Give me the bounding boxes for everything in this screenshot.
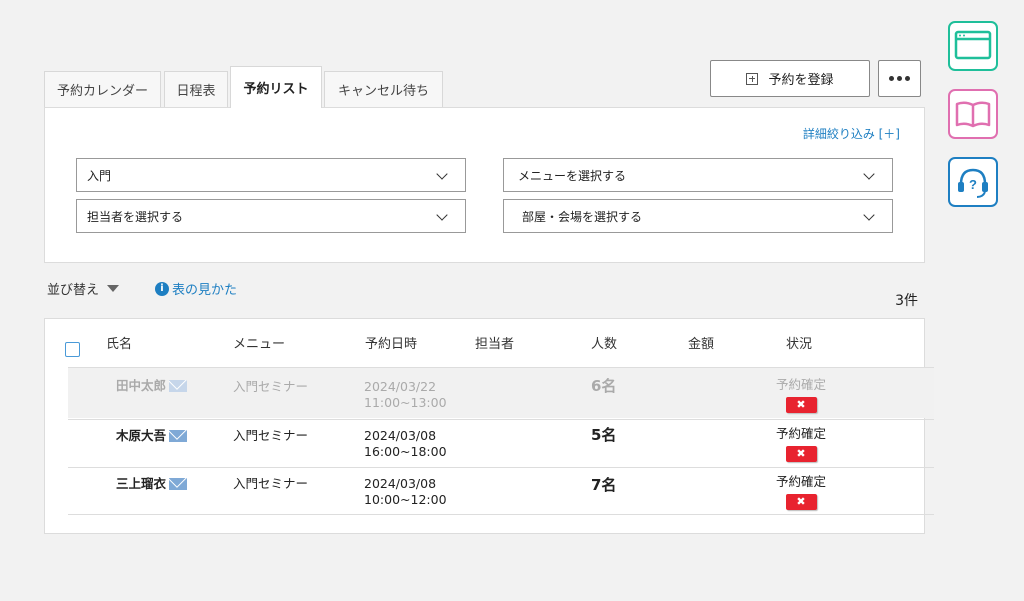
people-count: 6名 (591, 377, 617, 395)
mail-icon[interactable] (169, 380, 188, 392)
category-select[interactable]: 入門 (76, 158, 466, 192)
customer-name-cell: 三上瑠衣 (116, 476, 188, 492)
headset-help-icon: ? (958, 168, 988, 198)
table-row[interactable]: 木原大吾 入門セミナー 2024/03/08 16:00~18:00 5名 予約… (68, 419, 934, 467)
menu-cell: 入門セミナー (233, 379, 309, 394)
staff-select[interactable]: 担当者を選択する (76, 199, 466, 233)
staff-select-value: 担当者を選択する (87, 209, 184, 224)
status-text: 予約確定 (775, 377, 826, 392)
tab-calendar[interactable]: 予約カレンダー (44, 71, 161, 107)
chevron-down-icon (863, 168, 875, 180)
datetime-cell: 2024/03/08 10:00~12:00 (364, 476, 447, 508)
customer-name: 三上瑠衣 (116, 476, 167, 491)
advanced-filter-link[interactable]: 詳細絞り込み [＋] (803, 125, 900, 142)
browser-window-icon (954, 30, 992, 60)
menu-cell: 入門セミナー (233, 428, 309, 443)
reservation-time: 11:00~13:00 (364, 395, 447, 410)
header-amount: 金額 (688, 337, 715, 352)
status-cell: 予約確定 ✖ (761, 474, 841, 510)
header-name: 氏名 (106, 337, 133, 352)
customer-name: 田中太郎 (116, 378, 167, 393)
mail-icon[interactable] (169, 430, 188, 442)
tab-waitlist[interactable]: キャンセル待ち (324, 71, 443, 107)
header-staff: 担当者 (475, 337, 515, 352)
sort-label: 並び替え (47, 283, 100, 298)
table-row[interactable]: 三上瑠衣 入門セミナー 2024/03/08 10:00~12:00 7名 予約… (68, 467, 934, 515)
header-people: 人数 (591, 337, 618, 352)
table-row[interactable]: 田中太郎 入門セミナー 2024/03/22 11:00~13:00 6名 予約… (68, 367, 934, 418)
select-all-checkbox[interactable] (65, 342, 80, 357)
status-cell: 予約確定 ✖ (761, 426, 841, 462)
filter-panel: 詳細絞り込み [＋] 入門 メニューを選択する 担当者を選択する 部屋・会場を選… (44, 107, 925, 263)
status-text: 予約確定 (775, 426, 826, 441)
customer-name-cell: 田中太郎 (116, 378, 188, 394)
people-count: 5名 (591, 426, 617, 444)
sort-dropdown[interactable]: 並び替え (47, 279, 120, 298)
more-options-button[interactable] (878, 60, 921, 97)
cancel-reservation-button[interactable]: ✖ (785, 446, 817, 462)
tab-schedule[interactable]: 日程表 (164, 71, 228, 107)
mail-icon[interactable] (169, 478, 188, 490)
register-reservation-label: 予約を登録 (768, 73, 834, 88)
customer-name: 木原大吾 (116, 428, 167, 443)
header-menu: メニュー (233, 337, 286, 352)
caret-down-icon (107, 285, 120, 292)
chevron-down-icon (436, 209, 448, 221)
header-status: 状況 (786, 337, 813, 352)
register-reservation-button[interactable]: 予約を登録 (710, 60, 870, 97)
status-text: 予約確定 (775, 474, 826, 489)
reservation-date: 2024/03/08 (364, 428, 437, 443)
datetime-cell: 2024/03/22 11:00~13:00 (364, 379, 447, 411)
people-count: 7名 (591, 476, 617, 494)
tab-reservation-list[interactable]: 予約リスト (230, 66, 322, 108)
menu-cell: 入門セミナー (233, 476, 309, 491)
info-icon: i (155, 281, 169, 296)
book-icon (955, 101, 991, 128)
reservation-time: 16:00~18:00 (364, 444, 447, 459)
more-dots-icon (889, 76, 894, 81)
customer-name-cell: 木原大吾 (116, 428, 188, 444)
room-select[interactable]: 部屋・会場を選択する (503, 199, 893, 233)
svg-text:?: ? (969, 177, 977, 192)
cancel-reservation-button[interactable]: ✖ (785, 494, 817, 510)
table-guide-label: 表の見かた (172, 283, 238, 298)
cancel-reservation-button[interactable]: ✖ (785, 397, 817, 413)
chevron-down-icon (436, 168, 448, 180)
reservation-date: 2024/03/22 (364, 379, 437, 394)
table-guide-link[interactable]: i 表の見かた (155, 279, 237, 298)
plus-icon (746, 72, 759, 85)
reservation-table: 氏名 メニュー 予約日時 担当者 人数 金額 状況 田中太郎 入門セミナー 20… (44, 318, 934, 534)
reservation-time: 10:00~12:00 (364, 492, 447, 507)
result-count: 3件 (895, 293, 918, 309)
header-datetime: 予約日時 (365, 337, 418, 352)
menu-select[interactable]: メニューを選択する (503, 158, 893, 192)
chevron-down-icon (863, 209, 875, 221)
menu-select-value: メニューを選択する (518, 168, 627, 183)
status-cell: 予約確定 ✖ (761, 377, 841, 413)
room-select-value: 部屋・会場を選択する (522, 209, 643, 224)
category-select-value: 入門 (87, 168, 112, 183)
manual-button[interactable] (948, 89, 998, 139)
datetime-cell: 2024/03/08 16:00~18:00 (364, 428, 447, 460)
help-support-button[interactable]: ? (948, 157, 998, 207)
reservation-date: 2024/03/08 (364, 476, 437, 491)
browser-window-button[interactable] (948, 21, 998, 71)
